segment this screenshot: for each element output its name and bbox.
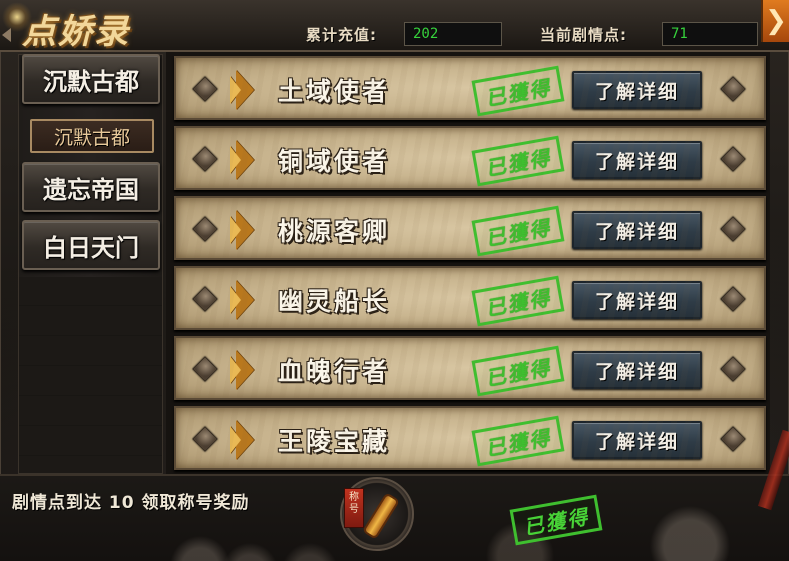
details-button[interactable]: 了解详细 — [572, 351, 702, 389]
diamond-gem-icon — [192, 426, 218, 452]
details-button[interactable]: 了解详细 — [572, 281, 702, 319]
plot-points-value: 71 — [662, 22, 758, 46]
chevron-left-icon — [2, 28, 11, 42]
obtained-stamp: 已獲得 — [471, 205, 565, 257]
list-item: 铜域使者 已獲得 了解详细 — [174, 126, 766, 190]
sidebar-empty-slots — [19, 277, 162, 473]
obtained-stamp: 已獲得 — [471, 65, 565, 117]
details-button[interactable]: 了解详细 — [572, 421, 702, 459]
gold-chevron-icon — [230, 420, 254, 460]
diamond-gem-icon — [720, 426, 746, 452]
diamond-gem-icon — [192, 76, 218, 102]
sidebar-subitem-silent-capital[interactable]: 沉默古都 — [30, 119, 154, 153]
sidebar-subitem-label: 沉默古都 — [53, 126, 130, 149]
row-title: 幽灵船长 — [278, 287, 391, 316]
list-item: 血魄行者 已獲得 了解详细 — [174, 336, 766, 400]
gold-chevron-icon — [230, 210, 254, 250]
diamond-gem-icon — [192, 146, 218, 172]
list-item: 王陵宝藏 已獲得 了解详细 — [174, 406, 766, 470]
gold-chevron-icon — [230, 140, 254, 180]
reward-description: 剧情点到达 10 领取称号奖励 — [12, 493, 250, 513]
diamond-gem-icon — [192, 216, 218, 242]
gold-chevron-icon — [230, 70, 254, 110]
obtained-stamp: 已獲得 — [471, 135, 565, 187]
sidebar-item-label: 沉默古都 — [43, 66, 139, 96]
sidebar-item-forgotten-empire[interactable]: 遗忘帝国 — [22, 162, 160, 212]
diamond-gem-icon — [720, 356, 746, 382]
gold-chevron-icon — [230, 280, 254, 320]
row-title: 血魄行者 — [278, 357, 391, 386]
close-button[interactable]: ❯ — [761, 0, 789, 42]
row-title: 土域使者 — [278, 77, 391, 106]
chevron-right-icon: ❯ — [765, 6, 787, 36]
window-title: 点娇录 — [22, 12, 130, 52]
diamond-gem-icon — [192, 356, 218, 382]
list-item: 幽灵船长 已獲得 了解详细 — [174, 266, 766, 330]
recharge-label: 累计充值: — [306, 26, 377, 44]
plot-points-label: 当前剧情点: — [540, 26, 627, 44]
sidebar-item-label: 遗忘帝国 — [43, 174, 139, 204]
diamond-gem-icon — [720, 76, 746, 102]
diamond-gem-icon — [192, 286, 218, 312]
list-item: 桃源客卿 已獲得 了解详细 — [174, 196, 766, 260]
diamond-gem-icon — [720, 216, 746, 242]
details-button[interactable]: 了解详细 — [572, 71, 702, 109]
sidebar-item-daylight-gate[interactable]: 白日天门 — [22, 220, 160, 270]
row-title: 铜域使者 — [278, 147, 391, 176]
reward-tag: 称号 — [344, 488, 364, 528]
sidebar-item-label: 白日天门 — [43, 232, 139, 262]
diamond-gem-icon — [720, 286, 746, 312]
diamond-gem-icon — [720, 146, 746, 172]
sidebar-item-silent-capital[interactable]: 沉默古都 — [22, 54, 160, 104]
details-button[interactable]: 了解详细 — [572, 141, 702, 179]
row-title: 王陵宝藏 — [278, 427, 391, 456]
row-title: 桃源客卿 — [278, 217, 391, 246]
gold-chevron-icon — [230, 350, 254, 390]
obtained-stamp: 已獲得 — [471, 415, 565, 467]
obtained-stamp: 已獲得 — [471, 275, 565, 327]
list-item: 土域使者 已獲得 了解详细 — [174, 56, 766, 120]
obtained-stamp: 已獲得 — [471, 345, 565, 397]
recharge-value: 202 — [404, 22, 502, 46]
details-button[interactable]: 了解详细 — [572, 211, 702, 249]
